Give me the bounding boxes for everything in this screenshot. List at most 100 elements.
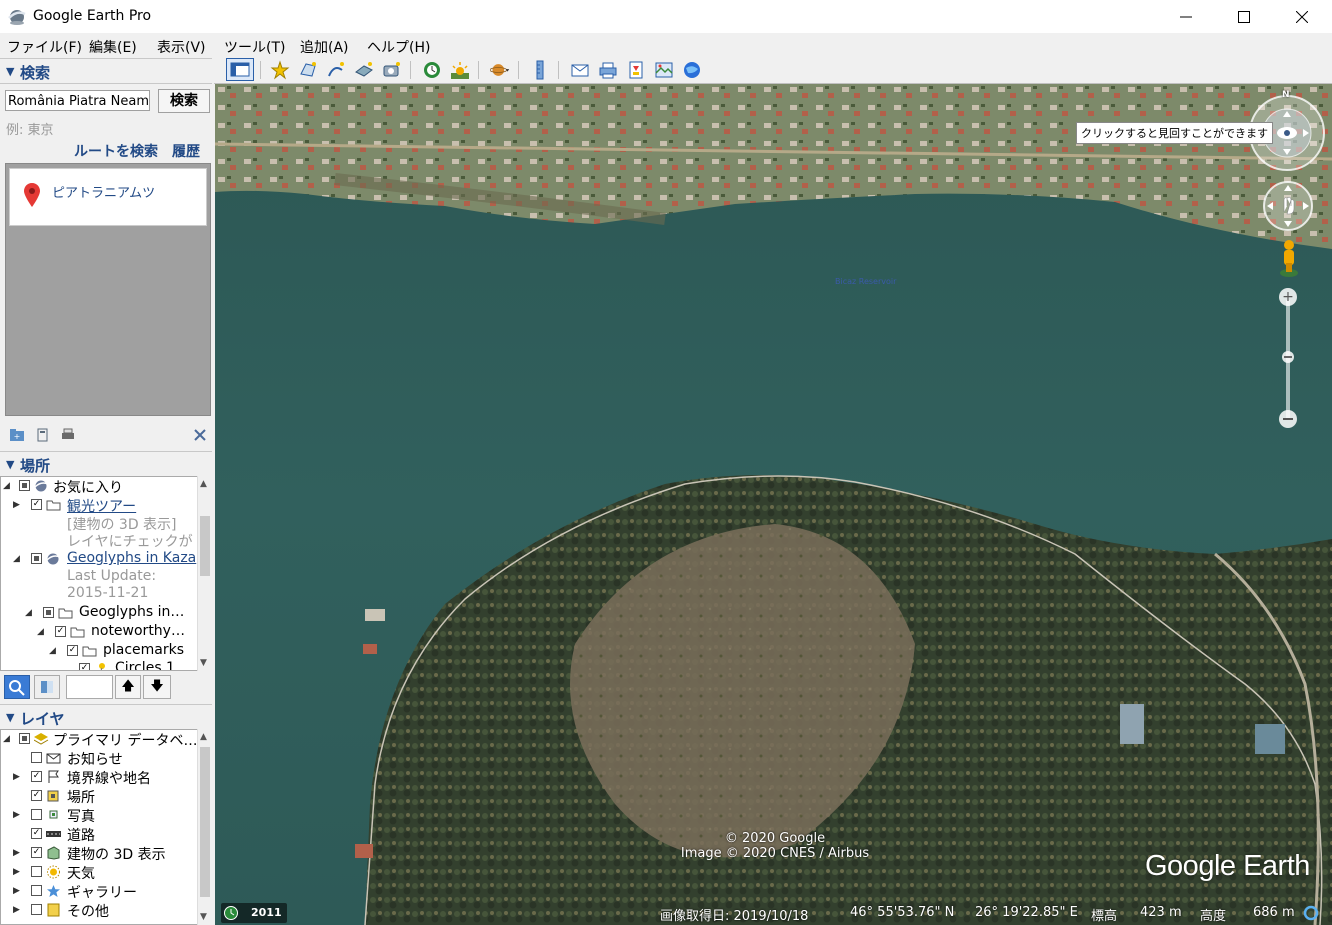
main-toolbar [214, 57, 1332, 84]
add-to-places-icon[interactable]: + [9, 428, 25, 442]
checkbox[interactable] [19, 480, 30, 491]
maximize-icon [1238, 10, 1250, 23]
scroll-up-icon[interactable]: ▲ [200, 479, 207, 489]
scroll-up-icon[interactable]: ▲ [200, 732, 207, 742]
checkbox[interactable] [31, 866, 42, 877]
expand-arrow-icon[interactable]: ▶ [13, 848, 20, 858]
street-view-pegman-icon[interactable] [1278, 238, 1300, 278]
menu-help[interactable]: ヘルプ(H) [367, 37, 430, 57]
places-scrollbar[interactable]: ▲ ▼ [197, 476, 212, 671]
historical-year-widget[interactable]: 2011 [221, 903, 287, 923]
scroll-down-icon[interactable]: ▼ [200, 912, 207, 922]
checkbox[interactable] [31, 752, 42, 763]
flag-icon [48, 770, 59, 783]
map-place-label[interactable]: Bicaz Reservoir [835, 277, 896, 286]
switch-planet-icon[interactable] [490, 60, 510, 80]
expand-arrow-icon[interactable]: ▶ [13, 500, 20, 510]
minimize-button[interactable] [1157, 0, 1215, 33]
add-image-overlay-icon[interactable] [354, 60, 374, 80]
menu-tools[interactable]: ツール(T) [224, 37, 285, 57]
menu-view[interactable]: 表示(V) [157, 37, 206, 57]
checkbox[interactable]: ✓ [31, 847, 42, 858]
maximize-button[interactable] [1215, 0, 1273, 33]
panel-toggle-button[interactable] [34, 675, 60, 699]
toggle-sidebar-button[interactable] [226, 58, 254, 81]
scroll-thumb[interactable] [200, 747, 210, 897]
add-path-icon[interactable] [326, 60, 346, 80]
expand-arrow-icon[interactable]: ▶ [13, 905, 20, 915]
add-polygon-icon[interactable] [298, 60, 318, 80]
search-result-item[interactable]: ピアトラニアムツ [9, 168, 207, 226]
checkbox[interactable] [31, 904, 42, 915]
tree-label: お知らせ [67, 752, 123, 768]
layers-scrollbar[interactable]: ▲ ▼ [197, 729, 212, 925]
checkbox[interactable] [31, 553, 42, 564]
historical-imagery-icon[interactable] [422, 60, 442, 80]
checkbox[interactable]: ✓ [55, 626, 66, 637]
move-down-button[interactable]: 🡇 [143, 675, 171, 699]
menu-add[interactable]: 追加(A) [300, 37, 349, 57]
expand-arrow-icon[interactable]: ▶ [13, 810, 20, 820]
email-icon[interactable] [570, 60, 590, 80]
move-control[interactable] [1262, 180, 1314, 232]
search-input[interactable]: România Piatra Neamț [5, 90, 150, 111]
menu-edit[interactable]: 編集(E) [89, 37, 137, 57]
save-image-icon[interactable] [626, 60, 646, 80]
add-placemark-icon[interactable] [270, 60, 290, 80]
print-icon[interactable] [598, 60, 618, 80]
history-link[interactable]: 履歴 [172, 141, 200, 161]
search-places-button[interactable] [4, 675, 30, 699]
compass-north-label[interactable]: N [1282, 90, 1290, 100]
collapse-arrow-icon[interactable]: ◢ [13, 554, 20, 564]
collapse-arrow-icon[interactable]: ◢ [37, 627, 44, 637]
copy-icon[interactable] [35, 428, 51, 442]
move-up-button[interactable]: 🡅 [115, 675, 141, 699]
close-button[interactable] [1273, 0, 1331, 33]
tree-link[interactable]: 観光ツアー [67, 496, 136, 516]
expand-arrow-icon[interactable]: ▶ [13, 886, 20, 896]
view-in-maps-icon[interactable] [654, 60, 674, 80]
search-result-label[interactable]: ピアトラニアムツ [52, 182, 155, 201]
places-filter-input[interactable] [66, 675, 113, 699]
expand-arrow-icon[interactable]: ▶ [13, 867, 20, 877]
svg-text:+: + [1282, 289, 1294, 305]
collapse-arrow-icon[interactable]: ◢ [3, 734, 10, 744]
checkbox[interactable]: ✓ [31, 790, 42, 801]
map-view[interactable]: Bicaz Reservoir [215, 84, 1332, 925]
collapse-arrow-icon[interactable]: ◢ [3, 481, 10, 491]
checkbox[interactable]: ✓ [67, 645, 78, 656]
menu-file[interactable]: ファイル(F) [7, 37, 82, 57]
ruler-icon[interactable] [530, 60, 550, 80]
checkbox[interactable]: ✓ [31, 771, 42, 782]
search-panel-header[interactable]: ▼ 検索 [0, 58, 212, 84]
checkbox[interactable] [31, 885, 42, 896]
record-tour-icon[interactable] [382, 60, 402, 80]
places-panel-title: 場所 [20, 457, 51, 475]
checkbox[interactable] [31, 809, 42, 820]
elevation-value: 423 m [1140, 905, 1182, 920]
route-search-link[interactable]: ルートを検索 [74, 141, 158, 161]
zoom-slider[interactable]: + [1276, 286, 1300, 432]
checkbox[interactable]: ✓ [79, 663, 90, 670]
collapse-arrow-icon[interactable]: ◢ [49, 646, 56, 656]
expand-arrow-icon[interactable]: ▶ [13, 772, 20, 782]
places-panel-header[interactable]: ▼ 場所 [0, 451, 212, 477]
checkbox[interactable] [19, 733, 30, 744]
tree-link[interactable]: Geoglyphs in Kaza [67, 550, 196, 566]
building-3d-icon [47, 846, 60, 860]
search-button[interactable]: 検索 [158, 89, 210, 113]
scroll-thumb[interactable] [200, 516, 210, 576]
scroll-down-icon[interactable]: ▼ [200, 658, 207, 668]
checkbox[interactable] [43, 607, 54, 618]
collapse-arrow-icon[interactable]: ◢ [25, 608, 32, 618]
checkbox[interactable]: ✓ [31, 828, 42, 839]
checkbox[interactable]: ✓ [31, 499, 42, 510]
earth-gallery-icon[interactable] [682, 60, 702, 80]
print-icon[interactable] [60, 428, 76, 442]
panel-icon [41, 681, 53, 693]
clear-search-icon[interactable] [192, 428, 208, 442]
layers-panel-header[interactable]: ▼ レイヤ [0, 704, 212, 730]
sunlight-icon[interactable] [450, 60, 470, 80]
satellite-imagery[interactable] [215, 84, 1332, 925]
toolbar-separator [260, 61, 261, 79]
